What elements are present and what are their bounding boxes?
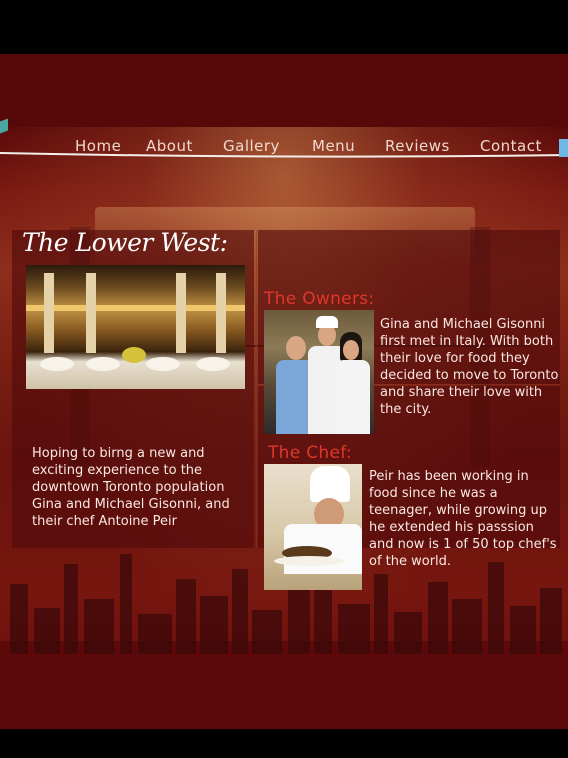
page-title: The Lower West: <box>22 228 228 257</box>
nav-reviews[interactable]: Reviews <box>385 137 450 155</box>
chef-heading: The Chef: <box>268 443 352 463</box>
nav-home[interactable]: Home <box>75 137 121 155</box>
nav-menu[interactable]: Menu <box>312 137 355 155</box>
nav-contact[interactable]: Contact <box>480 137 542 155</box>
panel-divider-vertical <box>256 230 257 548</box>
chef-photo <box>264 464 362 590</box>
chef-text: Peir has been working in food since he w… <box>369 469 557 569</box>
letterbox-top <box>0 0 568 54</box>
owners-heading: The Owners: <box>264 289 375 309</box>
owners-text: Gina and Michael Gisonni first met in It… <box>380 317 559 417</box>
nav-about[interactable]: About <box>146 137 193 155</box>
skyline-base <box>0 641 568 729</box>
header-band <box>0 54 568 127</box>
nav-gallery[interactable]: Gallery <box>223 137 280 155</box>
restaurant-photo <box>26 265 245 389</box>
intro-text: Hoping to birng a new and exciting exper… <box>32 446 230 529</box>
owners-photo <box>264 310 374 434</box>
main-nav: Home About Gallery Menu Reviews Contact <box>0 137 568 159</box>
letterbox-bottom <box>0 729 568 758</box>
